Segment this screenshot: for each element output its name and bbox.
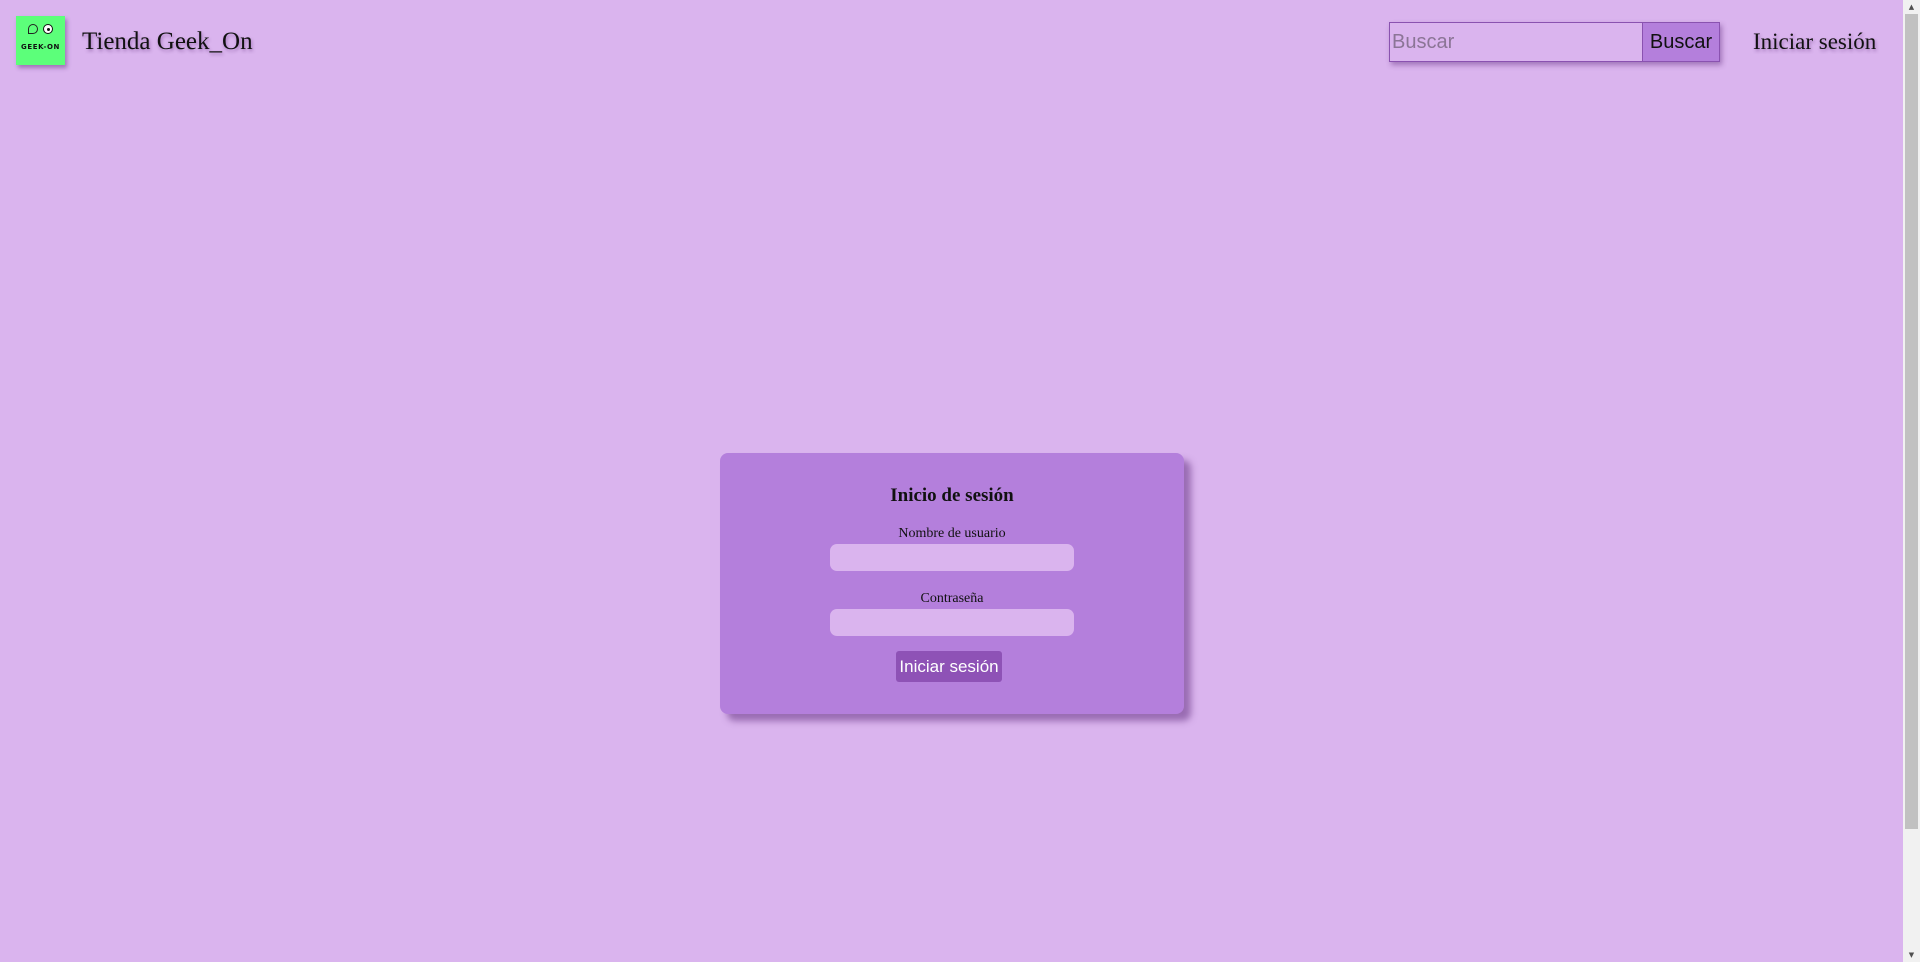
scroll-down-arrow-icon[interactable]: ▼ xyxy=(1903,948,1920,962)
login-card: Inicio de sesión Nombre de usuario Contr… xyxy=(720,453,1184,714)
search-input[interactable] xyxy=(1389,22,1642,62)
login-submit-button[interactable]: Iniciar sesión xyxy=(896,651,1002,682)
search-button[interactable]: Buscar xyxy=(1642,22,1720,62)
geek-on-logo[interactable]: GEEK-ON xyxy=(16,16,65,65)
username-label: Nombre de usuario xyxy=(898,526,1006,541)
logo-right-eye-icon xyxy=(43,24,53,34)
scrollbar-thumb[interactable] xyxy=(1905,14,1918,829)
vertical-scrollbar[interactable]: ▲ ▼ xyxy=(1903,0,1920,962)
site-title[interactable]: Tienda Geek_On xyxy=(82,28,253,56)
search-form: Buscar xyxy=(1389,22,1720,62)
login-title: Inicio de sesión xyxy=(890,485,1014,506)
scroll-up-arrow-icon[interactable]: ▲ xyxy=(1903,0,1920,14)
password-field[interactable] xyxy=(830,609,1074,636)
logo-text: GEEK-ON xyxy=(20,43,61,51)
password-label: Contraseña xyxy=(920,591,984,606)
username-field[interactable] xyxy=(830,544,1074,571)
site-header: GEEK-ON Tienda Geek_On Buscar Iniciar se… xyxy=(0,0,1904,86)
login-link[interactable]: Iniciar sesión xyxy=(1753,29,1876,55)
logo-left-eye-icon xyxy=(28,24,38,34)
